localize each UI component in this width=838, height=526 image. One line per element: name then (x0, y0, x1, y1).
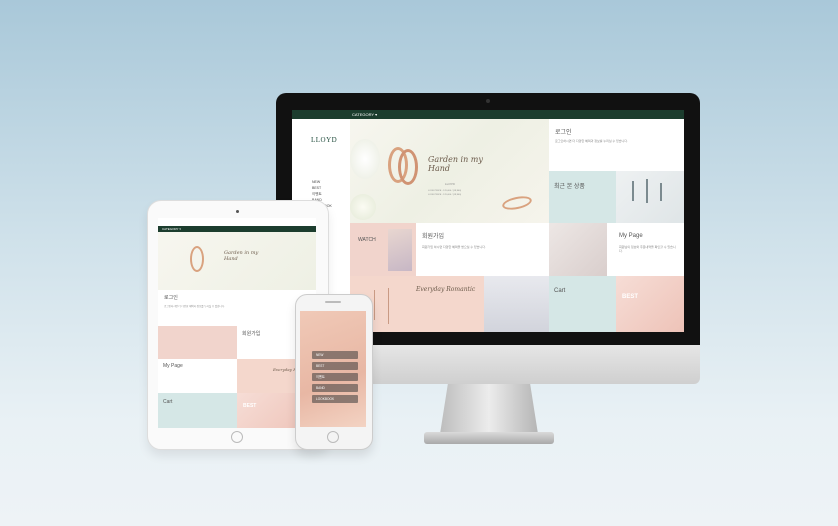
phone-site: NEW BEST 이벤트 BAND LOOKBOOK (300, 311, 366, 427)
recent-products-tile[interactable]: 최근 본 상품 (549, 171, 616, 223)
cart-tile[interactable]: Cart (158, 393, 237, 428)
brand-logo[interactable]: LLOYD (311, 136, 337, 144)
best-title: BEST (622, 294, 639, 300)
login-title: 로그인 (555, 130, 572, 136)
hero-price: LOOK PRICE : 170,000 / (19,900) (428, 194, 462, 196)
hero-banner[interactable]: Garden in my Hand LLOYD LOOK PRICE : 170… (350, 119, 549, 223)
romance-script: Everyday Romantic (416, 286, 476, 293)
camera-icon (236, 210, 239, 213)
hero-price: LOOK PRICE : 170,000 / (19,900) (428, 190, 462, 192)
cart-title: Cart (163, 399, 173, 405)
top-nav-bar: CATEGORY ▾ (292, 110, 684, 119)
cart-tile[interactable]: Cart (549, 276, 616, 332)
watch-tile[interactable] (158, 326, 237, 359)
mypage-desc: 회원님의 정보와 주문내역을 확인할 수 있습니다. (619, 245, 676, 253)
join-title: 회원가입 (422, 234, 445, 240)
mypage-title: My Page (619, 233, 643, 239)
ring-icon (190, 246, 204, 272)
jewelry-photo (549, 223, 607, 276)
login-desc: 로그인하시면 더 다양한 혜택과 정보를 누리실 수 있습니다. (164, 305, 225, 308)
home-button[interactable] (327, 431, 339, 443)
phone-menu-band[interactable]: BAND (312, 384, 358, 392)
recent-title: 최근 본 상품 (554, 184, 585, 190)
category-dropdown[interactable]: CATEGORY ▾ (162, 227, 181, 231)
login-tile[interactable]: 로그인 로그인하시면 더 다양한 혜택과 정보를 누리실 수 있습니다. (158, 290, 316, 326)
hero-script-title: Garden in my Hand (428, 155, 483, 173)
cart-title: Cart (554, 288, 566, 294)
watch-tile[interactable]: WATCH (350, 223, 416, 276)
mypage-tile[interactable]: My Page (158, 359, 237, 393)
hero-script-title: Garden in my Hand (224, 250, 259, 262)
best-title: BEST (243, 403, 257, 409)
home-button[interactable] (231, 431, 243, 443)
model-photo (484, 276, 549, 332)
hero-banner[interactable]: Garden in my Hand (158, 232, 316, 290)
phone-menu-new[interactable]: NEW (312, 351, 358, 359)
phone-menu-event[interactable]: 이벤트 (312, 373, 358, 381)
hero-brand: LLOYD (445, 182, 455, 186)
phone-menu-best[interactable]: BEST (312, 362, 358, 370)
login-title: 로그인 (164, 295, 178, 301)
tablet-site: CATEGORY ▾ Garden in my Hand 로그인 로그인하시면 … (158, 218, 316, 428)
join-desc: 회원가입 하시면 다양한 혜택을 받으실 수 있습니다. (422, 245, 486, 249)
imac-stand (440, 384, 538, 434)
join-tile[interactable]: 회원가입 회원가입 하시면 다양한 혜택을 받으실 수 있습니다. (416, 223, 549, 276)
speaker (325, 301, 341, 303)
mypage-title: My Page (163, 363, 183, 369)
join-title: 회원가입 (242, 331, 261, 337)
phone-menu: NEW BEST 이벤트 BAND LOOKBOOK (312, 351, 358, 406)
login-tile[interactable]: 로그인 로그인하시면 더 다양한 혜택과 정보를 누리실 수 있습니다. (549, 119, 684, 171)
mypage-tile[interactable]: My Page 회원님의 정보와 주문내역을 확인할 수 있습니다. (607, 223, 684, 276)
best-banner[interactable]: BEST (616, 276, 684, 332)
ring-icon (398, 149, 418, 185)
imac-foot (424, 432, 554, 444)
ring-icon (501, 194, 533, 212)
phone-menu-lookbook[interactable]: LOOKBOOK (312, 395, 358, 403)
watch-title: WATCH (358, 237, 376, 243)
camera-icon (486, 99, 490, 103)
category-dropdown[interactable]: CATEGORY ▾ (352, 112, 377, 117)
earring-photo (616, 171, 684, 223)
login-desc: 로그인하시면 더 다양한 혜택과 정보를 누리실 수 있습니다. (555, 139, 628, 143)
